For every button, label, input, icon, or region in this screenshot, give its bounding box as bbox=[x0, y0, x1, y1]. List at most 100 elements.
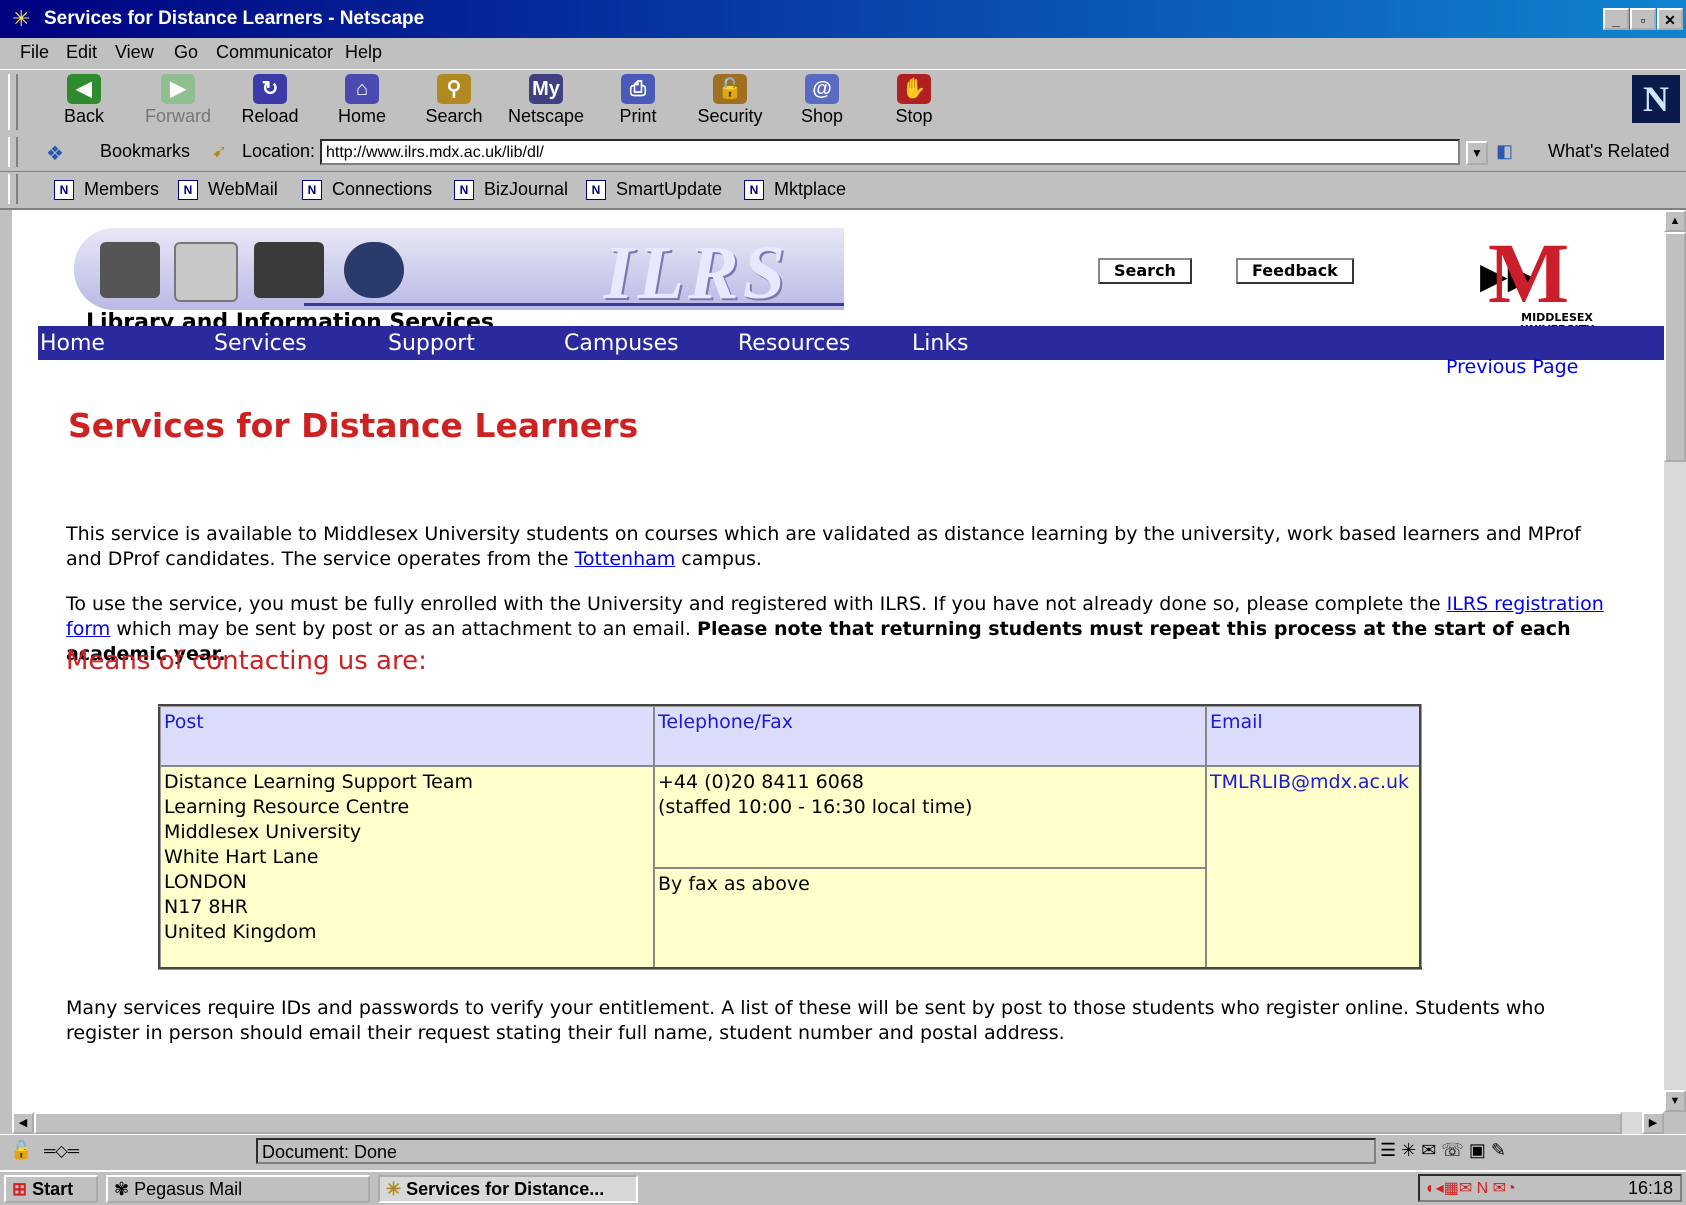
globe-icon bbox=[344, 242, 404, 298]
nav-resources[interactable]: Resources bbox=[738, 331, 850, 356]
lock-icon: 🔓 bbox=[713, 74, 747, 104]
banner-underline bbox=[304, 303, 844, 306]
previous-page-link[interactable]: Previous Page bbox=[1446, 356, 1578, 378]
telephone-cell: +44 (0)20 8411 6068 (staffed 10:00 - 16:… bbox=[653, 765, 1207, 869]
bookmark-mktplace[interactable]: N Mktplace bbox=[744, 179, 846, 201]
scroll-up-button[interactable]: ▲ bbox=[1664, 210, 1686, 232]
page-search-button[interactable]: Search bbox=[1098, 258, 1192, 284]
netscape-logo-icon[interactable]: N bbox=[1632, 75, 1680, 123]
header-email: Email bbox=[1205, 704, 1422, 767]
netscape-button[interactable]: My Netscape bbox=[506, 74, 586, 127]
home-button[interactable]: ⌂ Home bbox=[322, 74, 402, 127]
ilrs-banner-logo: ILRS bbox=[74, 228, 844, 315]
horizontal-scroll-thumb[interactable] bbox=[34, 1112, 1622, 1134]
whats-related-button[interactable]: What's Related bbox=[1548, 141, 1670, 162]
my-netscape-icon: My bbox=[529, 74, 563, 104]
window-title: Services for Distance Learners - Netscap… bbox=[44, 8, 425, 29]
ids-paragraph: Many services require IDs and passwords … bbox=[66, 997, 1546, 1044]
vertical-scrollbar[interactable]: ▲ ▼ bbox=[1664, 210, 1686, 1112]
nav-campuses[interactable]: Campuses bbox=[564, 331, 679, 356]
page-title: Services for Distance Learners bbox=[68, 406, 639, 445]
start-button[interactable]: ⊞ Start bbox=[4, 1175, 98, 1203]
page-icon: N bbox=[302, 180, 322, 201]
locbar-grip[interactable] bbox=[8, 137, 18, 167]
location-bar: ❖ Bookmarks ➹ Location: http://www.ilrs.… bbox=[0, 135, 1686, 172]
home-icon: ⌂ bbox=[345, 74, 379, 104]
maximize-button[interactable]: ▫ bbox=[1630, 8, 1656, 30]
page-icon: N bbox=[586, 180, 606, 201]
search-icon: ⚲ bbox=[437, 74, 471, 104]
print-button[interactable]: ⎙ Print bbox=[598, 74, 678, 127]
menu-file[interactable]: File bbox=[20, 42, 49, 63]
bookmark-smartupdate[interactable]: N SmartUpdate bbox=[586, 179, 722, 201]
location-label: Location: bbox=[242, 141, 316, 161]
reload-button[interactable]: ↻ Reload bbox=[230, 74, 310, 127]
bookmarks-button[interactable]: Bookmarks bbox=[100, 141, 190, 162]
whats-related-icon: ◧ bbox=[1496, 141, 1514, 161]
menu-help[interactable]: Help bbox=[345, 42, 382, 63]
nav-links[interactable]: Links bbox=[912, 331, 969, 356]
back-button[interactable]: ◀ Back bbox=[44, 74, 124, 127]
menu-go[interactable]: Go bbox=[174, 42, 198, 63]
security-button[interactable]: 🔓 Security bbox=[690, 74, 770, 127]
horizontal-scrollbar[interactable]: ◀ ▶ bbox=[12, 1112, 1664, 1134]
url-input[interactable]: http://www.ilrs.mdx.ac.uk/lib/dl/ bbox=[320, 139, 1460, 165]
search-button[interactable]: ⚲ Search bbox=[414, 74, 494, 127]
bookmark-webmail[interactable]: N WebMail bbox=[178, 179, 278, 201]
page-feedback-button[interactable]: Feedback bbox=[1236, 258, 1354, 284]
nav-home[interactable]: Home bbox=[40, 331, 105, 356]
personal-toolbar: N Members N WebMail N Connections N BizJourn… bbox=[0, 172, 1686, 210]
location-icon: ➹ bbox=[212, 141, 228, 161]
shop-icon: @ bbox=[805, 74, 839, 104]
stop-button[interactable]: ✋ Stop bbox=[874, 74, 954, 127]
close-button[interactable]: ✕ bbox=[1657, 8, 1683, 30]
scroll-down-button[interactable]: ▼ bbox=[1664, 1090, 1686, 1112]
forward-arrow-icon: ▶ bbox=[161, 74, 195, 104]
stop-icon: ✋ bbox=[897, 74, 931, 104]
component-bar-icons[interactable]: ☰ ✳ ✉ ☏ ▣ ✎ bbox=[1380, 1140, 1506, 1161]
taskbar-pegasus-mail[interactable]: ✾ Pegasus Mail bbox=[106, 1175, 370, 1203]
bookmark-members[interactable]: N Members bbox=[54, 179, 159, 201]
header-telephone: Telephone/Fax bbox=[653, 704, 1207, 767]
vertical-scroll-thumb[interactable] bbox=[1664, 232, 1686, 462]
nav-services[interactable]: Services bbox=[214, 331, 307, 356]
bookmark-connections[interactable]: N Connections bbox=[302, 179, 432, 201]
scroll-left-button[interactable]: ◀ bbox=[12, 1112, 34, 1134]
security-lock-icon[interactable]: 🔓 bbox=[10, 1140, 32, 1161]
forward-button[interactable]: ▶ Forward bbox=[138, 74, 218, 127]
menu-view[interactable]: View bbox=[115, 42, 154, 63]
tottenham-link[interactable]: Tottenham bbox=[574, 548, 675, 570]
nav-support[interactable]: Support bbox=[388, 331, 475, 356]
status-bar: 🔓 ═◇═ Document: Done ☰ ✳ ✉ ☏ ▣ ✎ bbox=[0, 1134, 1686, 1169]
contact-heading: Means of contacting us are: bbox=[66, 646, 427, 676]
menu-communicator[interactable]: Communicator bbox=[216, 42, 333, 63]
toolbar-grip[interactable] bbox=[8, 74, 18, 130]
fax-cell: By fax as above bbox=[653, 867, 1207, 970]
books-icon bbox=[254, 242, 324, 298]
url-dropdown-button[interactable]: ▼ bbox=[1466, 141, 1488, 165]
computer-icon bbox=[174, 242, 238, 302]
shop-button[interactable]: @ Shop bbox=[782, 74, 862, 127]
perbar-grip[interactable] bbox=[8, 174, 18, 204]
windows-logo-icon: ⊞ bbox=[12, 1179, 28, 1199]
page-icon: N bbox=[454, 180, 474, 201]
menu-bar: File Edit View Go Communicator Help bbox=[0, 38, 1686, 69]
menu-edit[interactable]: Edit bbox=[66, 42, 97, 63]
middlesex-logo: ▶▶ M MIDDLESEX UNIVERSITY bbox=[1480, 225, 1594, 336]
page-icon: N bbox=[54, 180, 74, 201]
page-viewport: ILRS Library and Information Services Se… bbox=[12, 210, 1664, 1112]
tray-icons[interactable]: ◐◂▦✉ N ✉◔ bbox=[1426, 1178, 1516, 1198]
post-address: Distance Learning Support Team Learning … bbox=[158, 765, 655, 970]
taskbar-netscape-window[interactable]: ✳ Services for Distance... bbox=[378, 1175, 638, 1203]
back-arrow-icon: ◀ bbox=[67, 74, 101, 104]
pegasus-icon: ✾ bbox=[114, 1179, 130, 1199]
netscape-task-icon: ✳ bbox=[386, 1179, 402, 1199]
bookmark-bizjournal[interactable]: N BizJournal bbox=[454, 179, 568, 201]
windows-taskbar: ⊞ Start ✾ Pegasus Mail ✳ Services for Di… bbox=[0, 1170, 1686, 1205]
email-link[interactable]: TMLRLIB@mdx.ac.uk bbox=[1210, 771, 1409, 793]
header-post: Post bbox=[158, 704, 655, 767]
scroll-right-button[interactable]: ▶ bbox=[1642, 1112, 1664, 1134]
minimize-button[interactable]: _ bbox=[1603, 8, 1629, 30]
contact-table: Post Telephone/Fax Email Distance Learni… bbox=[158, 704, 1422, 970]
bookmarks-icon: ❖ bbox=[46, 143, 64, 165]
